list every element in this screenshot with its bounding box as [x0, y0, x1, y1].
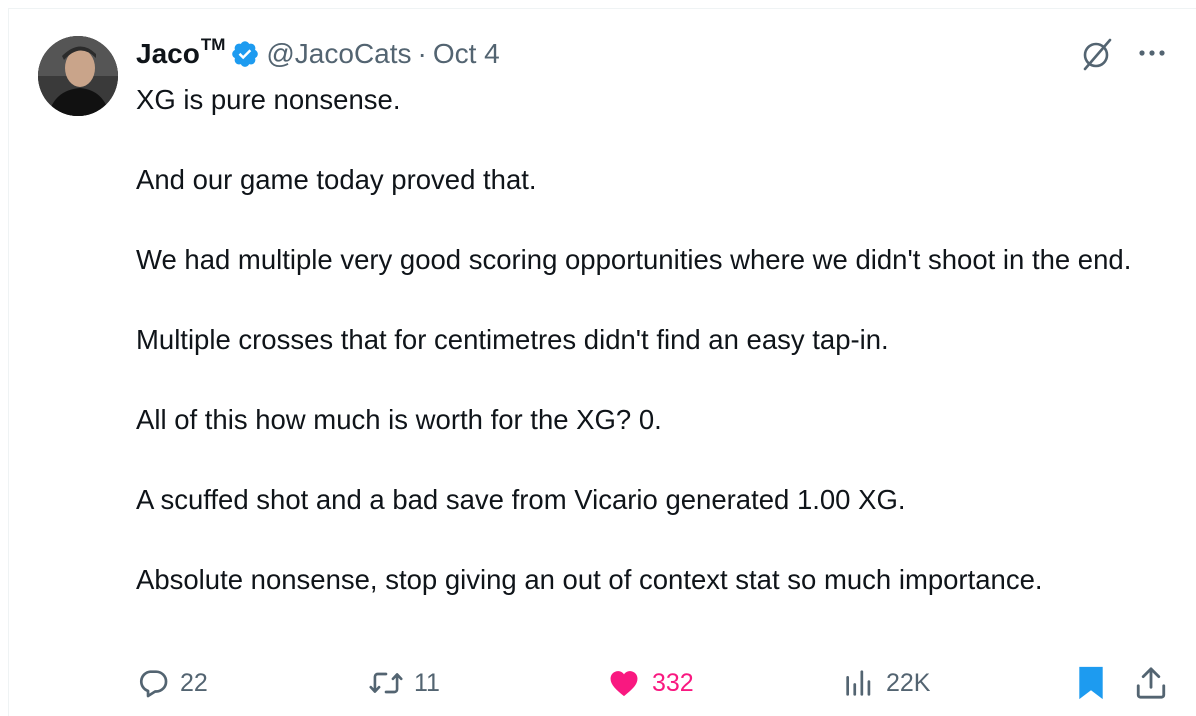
tweet-paragraph: XG is pure nonsense. — [136, 84, 401, 115]
grok-icon[interactable] — [1080, 36, 1114, 72]
tweet-paragraph: We had multiple very good scoring opport… — [136, 244, 1132, 275]
reply-icon — [139, 670, 168, 698]
like-button[interactable]: 332 — [606, 662, 694, 704]
views-icon — [846, 670, 871, 696]
action-bar: 22 11 332 22K — [0, 662, 1196, 704]
heart-icon — [610, 671, 638, 697]
tweet-paragraph: All of this how much is worth for the XG… — [136, 404, 662, 435]
reply-button[interactable]: 22 — [136, 662, 208, 704]
retweet-count: 11 — [414, 668, 440, 697]
tweet-paragraph: Multiple crosses that for centimetres di… — [136, 324, 889, 355]
avatar[interactable] — [38, 36, 118, 116]
author-handle[interactable]: @JacoCats — [266, 38, 411, 70]
tweet-paragraph: Absolute nonsense, stop giving an out of… — [136, 564, 1043, 595]
bookmark-icon — [1079, 666, 1103, 700]
avatar-photo — [38, 36, 118, 116]
header-separator: · — [417, 38, 427, 69]
author-name-suffix: TM — [200, 35, 226, 54]
views-button[interactable]: 22K — [842, 662, 930, 704]
share-icon — [1136, 667, 1166, 699]
reply-count: 22 — [180, 668, 208, 697]
bookmark-button[interactable] — [1076, 662, 1116, 704]
retweet-icon — [369, 672, 403, 694]
tweet-text: XG is pure nonsense. And our game today … — [136, 80, 1176, 600]
tweet-date[interactable]: Oct 4 — [433, 38, 500, 70]
like-count: 332 — [652, 668, 694, 697]
verified-badge-icon — [232, 41, 259, 67]
tweet-paragraph: And our game today proved that. — [136, 164, 537, 195]
view-count: 22K — [886, 668, 931, 697]
retweet-button[interactable]: 11 — [368, 662, 440, 704]
author-name[interactable]: Jaco — [136, 38, 200, 70]
tweet-paragraph: A scuffed shot and a bad save from Vicar… — [136, 484, 906, 515]
more-icon[interactable] — [1134, 38, 1170, 68]
share-button[interactable] — [1134, 662, 1178, 704]
tweet-header: Jaco TM @JacoCats · Oct 4 — [136, 35, 500, 72]
